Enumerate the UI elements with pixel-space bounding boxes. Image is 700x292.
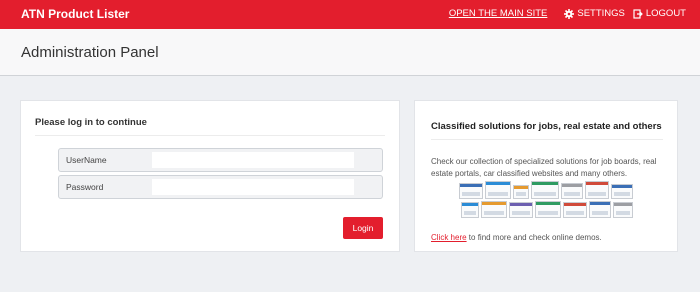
- password-input[interactable]: [152, 179, 354, 195]
- divider: [431, 139, 663, 140]
- logout-label: LOGOUT: [645, 8, 686, 19]
- info-description: Check our collection of specialized solu…: [431, 157, 657, 178]
- login-button[interactable]: Login: [343, 217, 383, 239]
- logout-icon: [633, 8, 643, 19]
- top-nav: OPEN THE MAIN SITE SETTINGS LOGOUT: [449, 8, 686, 19]
- login-panel: Please log in to continue UserName Passw…: [20, 100, 400, 252]
- info-title: Classified solutions for jobs, real esta…: [431, 121, 662, 132]
- gear-icon: [564, 8, 575, 19]
- page-title: Administration Panel: [21, 44, 159, 61]
- username-label: UserName: [66, 155, 107, 165]
- username-input[interactable]: [152, 152, 354, 168]
- settings-link[interactable]: SETTINGS: [564, 8, 625, 19]
- top-bar: ATN Product Lister OPEN THE MAIN SITE SE…: [0, 0, 700, 29]
- open-main-site-link[interactable]: OPEN THE MAIN SITE: [449, 8, 548, 19]
- password-field-group: Password: [58, 175, 383, 199]
- password-label: Password: [66, 182, 104, 192]
- logout-link[interactable]: LOGOUT: [633, 8, 686, 19]
- login-title: Please log in to continue: [35, 117, 147, 128]
- info-footer: Click here to find more and check online…: [431, 233, 602, 242]
- app-title: ATN Product Lister: [21, 7, 130, 21]
- click-here-link[interactable]: Click here: [431, 233, 467, 242]
- info-footer-text: to find more and check online demos.: [466, 233, 602, 242]
- page-header: Administration Panel: [0, 29, 700, 76]
- product-screenshots-image: [459, 181, 633, 219]
- settings-label: SETTINGS: [577, 8, 625, 19]
- username-field-group: UserName: [58, 148, 383, 172]
- divider: [35, 135, 385, 136]
- info-panel: Classified solutions for jobs, real esta…: [414, 100, 678, 252]
